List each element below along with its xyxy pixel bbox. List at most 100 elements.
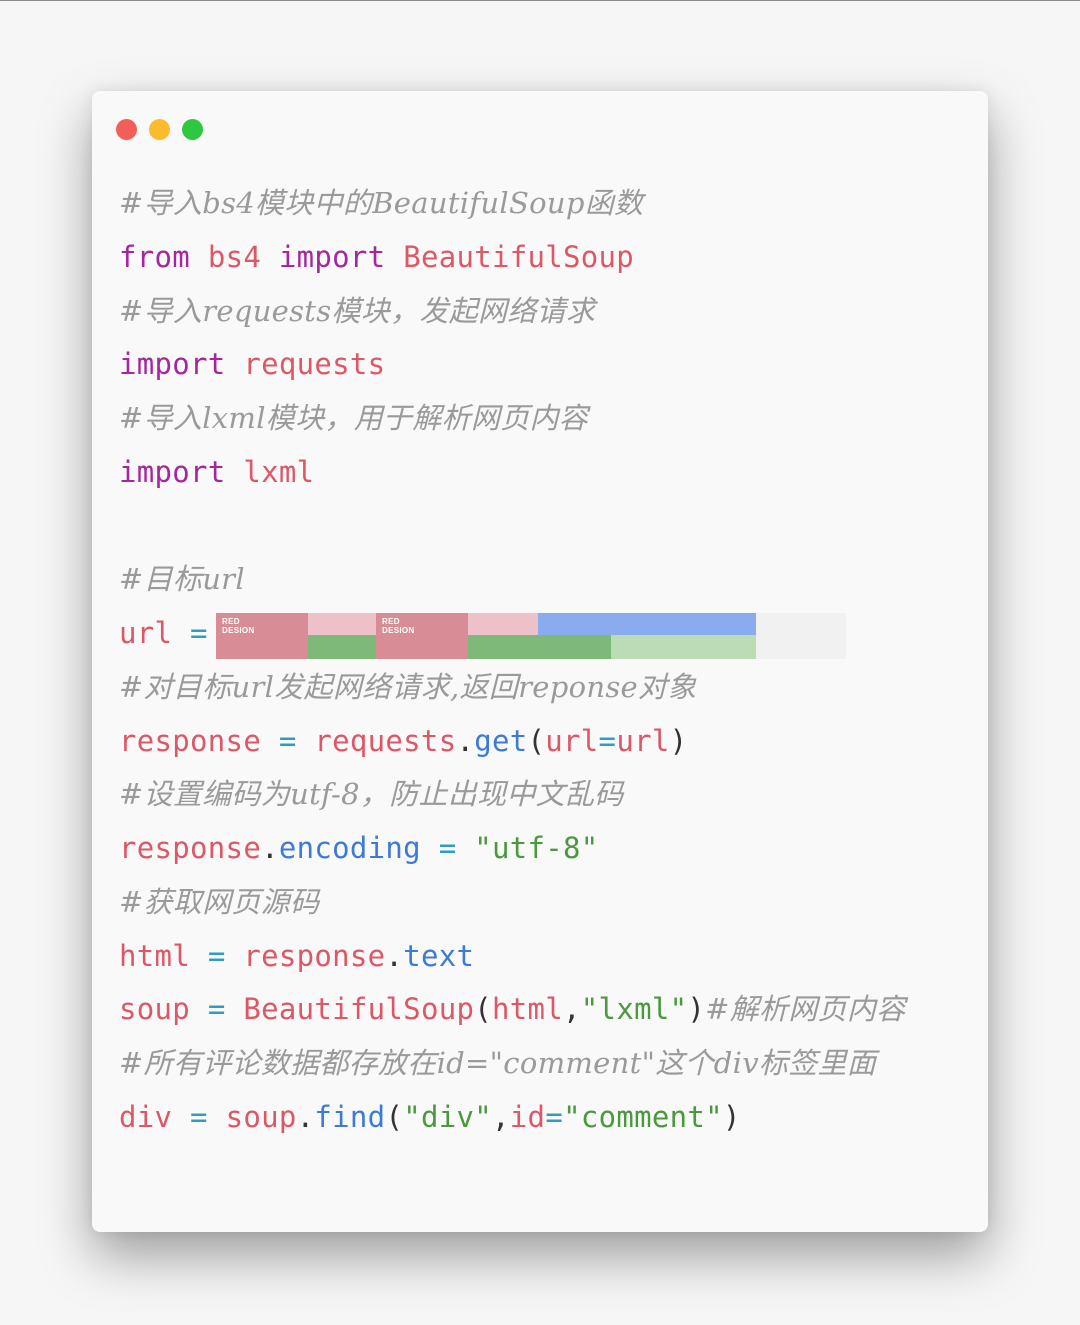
code-line: #获取网页源码: [119, 876, 979, 930]
minimize-window-button[interactable]: [149, 119, 170, 140]
code-identifier: html: [491, 992, 564, 1027]
code-line: #导入bs4模块中的BeautifulSoup函数: [119, 177, 979, 231]
palette-swatch: [308, 635, 376, 659]
code-keyword: import: [119, 454, 226, 489]
code-comment: #解析网页内容: [705, 992, 906, 1027]
close-window-button[interactable]: [116, 119, 137, 140]
code-identifier: response: [119, 723, 262, 758]
url-palette-image: RED DESIONRED DESIONPLAY MY COLOR: [216, 613, 846, 659]
code-identifier: requests: [314, 723, 457, 758]
code-punctuation: .: [261, 831, 279, 865]
code-string: "div": [403, 1099, 493, 1134]
code-comment: #导入requests模块，发起网络请求: [119, 293, 596, 328]
palette-swatch: [611, 635, 756, 659]
code-punctuation: ,: [492, 1099, 510, 1134]
code-operator: =: [207, 992, 226, 1027]
code-identifier: url: [616, 723, 670, 758]
code-operator: =: [545, 1099, 564, 1134]
code-identifier: requests: [243, 347, 386, 382]
code-punctuation: ): [687, 992, 706, 1027]
code-punctuation: (: [385, 1099, 404, 1134]
code-comment: #所有评论数据都存放在id="comment"这个div标签里面: [119, 1046, 877, 1080]
code-line: response.encoding = "utf-8": [119, 822, 979, 876]
code-line: #对目标url发起网络请求,返回reponse对象: [119, 661, 979, 715]
code-punctuation: (: [474, 992, 492, 1027]
code-comment: #设置编码为utf-8，防止出现中文乱码: [119, 777, 624, 812]
code-comment: #对目标url发起网络请求,返回reponse对象: [119, 669, 697, 704]
code-comment: #获取网页源码: [119, 884, 320, 919]
code-identifier: id: [509, 1099, 546, 1134]
code-line: #设置编码为utf-8，防止出现中文乱码: [119, 768, 979, 822]
code-comment: #导入bs4模块中的BeautifulSoup函数: [119, 186, 644, 220]
code-operator: =: [207, 938, 226, 973]
code-identifier: url: [119, 616, 173, 650]
code-method: get: [474, 723, 528, 758]
code-punctuation: ,: [563, 992, 581, 1027]
top-border-line: [0, 0, 1080, 1]
palette-swatch: [468, 635, 611, 659]
palette-swatch: [538, 613, 756, 635]
code-operator: =: [438, 831, 457, 865]
code-comment: #导入lxml模块，用于解析网页内容: [119, 401, 589, 435]
code-operator: =: [278, 723, 297, 758]
code-block: #导入bs4模块中的BeautifulSoup函数 from bs4 import…: [119, 177, 979, 1145]
code-identifier: bs4: [207, 239, 262, 274]
code-identifier: BeautifulSoup: [403, 239, 635, 274]
code-line: from bs4 import BeautifulSoup: [119, 231, 979, 285]
code-line: html = response.text: [119, 930, 979, 984]
code-keyword: import: [278, 239, 386, 274]
code-identifier: url: [545, 723, 599, 758]
palette-swatch: [468, 613, 538, 635]
code-method: text: [403, 938, 475, 973]
code-string: "lxml": [580, 992, 688, 1027]
code-punctuation: .: [456, 723, 475, 758]
code-line: #目标url: [119, 553, 979, 607]
palette-label: RED DESION: [222, 617, 255, 635]
code-line: #导入requests模块，发起网络请求: [119, 285, 979, 339]
code-identifier: html: [119, 938, 191, 973]
code-operator: =: [190, 1099, 208, 1134]
code-keyword: import: [119, 347, 226, 382]
palette-label: RED DESION: [382, 617, 415, 635]
code-method: find: [314, 1099, 386, 1134]
code-line: div = soup.find("div",id="comment"): [119, 1091, 979, 1145]
maximize-window-button[interactable]: [182, 119, 203, 140]
code-operator: =: [190, 616, 208, 650]
code-comment: #目标url: [119, 562, 245, 597]
code-punctuation: ): [669, 723, 688, 758]
code-identifier: BeautifulSoup: [243, 992, 475, 1027]
code-line: #所有评论数据都存放在id="comment"这个div标签里面: [119, 1037, 979, 1091]
code-identifier: response: [119, 831, 262, 865]
code-line: url = RED DESIONRED DESIONPLAY MY COLOR: [119, 607, 979, 661]
code-line: import requests: [119, 338, 979, 392]
code-punctuation: .: [296, 1099, 315, 1134]
code-line: import lxml: [119, 446, 979, 500]
code-identifier: soup: [225, 1099, 297, 1134]
code-identifier: response: [243, 938, 386, 973]
code-identifier: div: [119, 1099, 173, 1134]
code-string: "utf-8": [474, 831, 599, 865]
code-string: "comment": [563, 1099, 723, 1134]
code-punctuation: ): [722, 1099, 741, 1134]
code-operator: =: [598, 723, 617, 758]
code-line: #导入lxml模块，用于解析网页内容: [119, 392, 979, 446]
code-identifier: lxml: [243, 454, 315, 489]
code-line: response = requests.get(url=url): [119, 715, 979, 769]
code-method: encoding: [278, 831, 421, 865]
